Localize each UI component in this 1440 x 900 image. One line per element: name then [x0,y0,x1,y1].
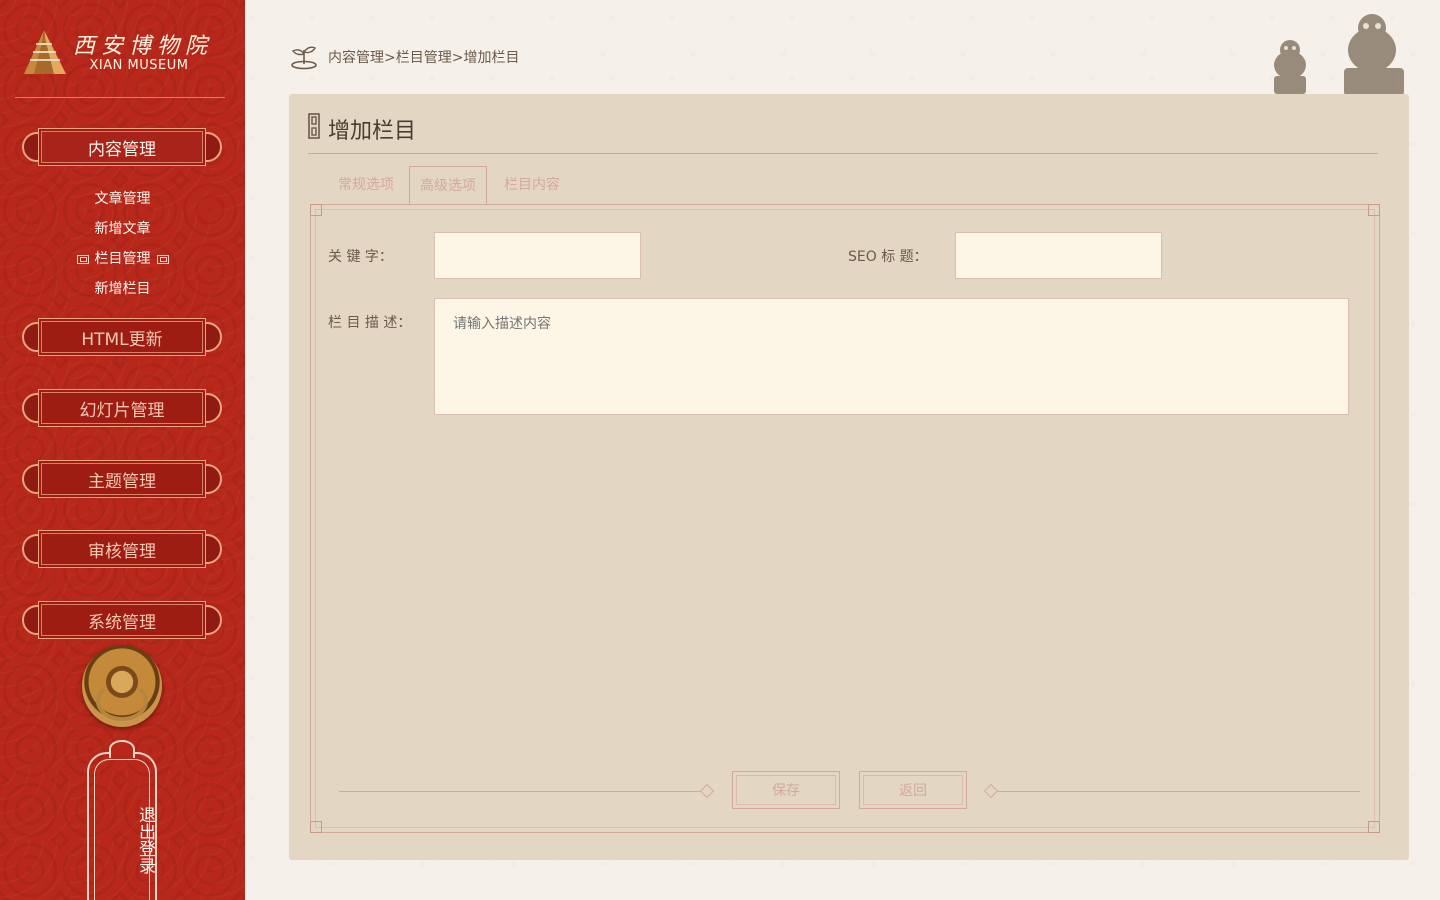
back-button[interactable]: 返回 [859,771,967,809]
action-rule-left [339,791,703,792]
nav-html-update[interactable]: HTML更新 [22,316,222,358]
submenu-label: 新增栏目 [94,281,151,297]
action-rule-right [997,791,1360,792]
submenu-item-article-management[interactable]: 文章管理 [0,188,245,208]
submenu-item-column-management[interactable]: 栏目管理 [0,248,245,268]
nav-slideshow-management[interactable]: 幻灯片管理 [22,387,222,429]
nav-label: 幻灯片管理 [38,389,206,427]
seo-title-label: SEO 标 题： [848,249,928,265]
save-button[interactable]: 保存 [732,771,840,809]
breadcrumb: 内容管理>栏目管理>增加栏目 [328,50,520,66]
title-divider [308,153,1378,154]
fret-title-icon [308,113,320,139]
nav-system-management[interactable]: 系统管理 [22,599,222,641]
submenu-label: 新增文章 [94,221,151,237]
nav-content-management[interactable]: 内容管理 [22,126,222,168]
keywords-label: 关 键 字： [328,249,393,265]
sidebar: 西安博物院 XIAN MUSEUM 内容管理 文章管理 新增文章 栏目管理 新增… [0,0,245,900]
corner-ornament-icon [310,821,322,833]
nav-label: 系统管理 [38,601,206,639]
page-title: 增加栏目 [328,119,417,144]
save-button-label: 保存 [772,783,800,799]
logo-divider [15,97,225,98]
fret-left-icon [76,254,89,264]
description-textarea[interactable] [434,298,1349,415]
logout-button[interactable]: 退出登录 [87,740,157,900]
nav-label: 主题管理 [38,460,206,498]
seo-title-input[interactable] [955,232,1162,279]
corner-ornament-icon [310,204,322,216]
description-label: 栏 目 描 述： [328,315,412,331]
nav-review-management[interactable]: 审核管理 [22,528,222,570]
pagoda-logo-icon [24,30,66,74]
logo-name-en: XIAN MUSEUM [89,58,189,73]
tab-general-options[interactable]: 常规选项 [328,166,404,206]
submenu-label: 文章管理 [94,191,151,207]
nav-label: 审核管理 [38,530,206,568]
tab-advanced-options[interactable]: 高级选项 [409,166,487,206]
nav-label: HTML更新 [38,318,206,356]
sprout-icon [291,46,317,70]
logout-crest-icon [109,740,135,758]
museum-logo[interactable]: 西安博物院 XIAN MUSEUM [20,28,225,78]
corner-ornament-icon [1368,821,1380,833]
door-knocker-icon [82,645,162,727]
corner-ornament-icon [1368,204,1380,216]
logout-label: 退出登录 [135,806,155,874]
stone-lions-icon [1274,14,1404,96]
submenu-item-new-column[interactable]: 新增栏目 [0,278,245,298]
knocker-ring [96,681,148,721]
tab-column-content[interactable]: 栏目内容 [494,166,570,206]
submenu-label: 栏目管理 [94,251,151,267]
nav-theme-management[interactable]: 主题管理 [22,458,222,500]
back-button-label: 返回 [899,783,927,799]
keywords-input[interactable] [434,232,641,279]
fret-right-icon [156,254,169,264]
submenu-item-new-article[interactable]: 新增文章 [0,218,245,238]
nav-label: 内容管理 [38,128,206,166]
logo-name-cn: 西安博物院 [72,34,213,59]
